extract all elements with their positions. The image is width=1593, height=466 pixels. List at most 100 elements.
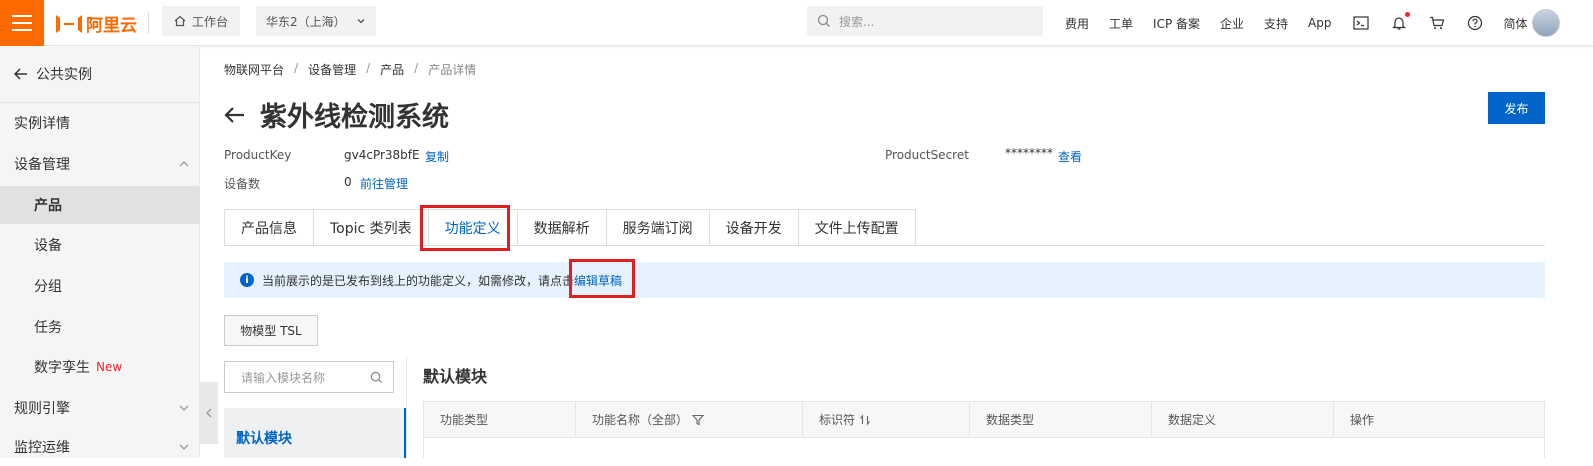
function-table-header: 功能类型 功能名称（全部） 标识符 数据类型 数据定义 操作	[423, 401, 1545, 438]
sidebar-item-label: 监控运维	[14, 440, 70, 456]
cart-icon[interactable]	[1428, 14, 1446, 32]
chevron-left-icon	[206, 408, 212, 418]
sidebar-item-label: 设备	[34, 238, 62, 254]
sidebar-item-digital-twin[interactable]: 数字孪生 New	[0, 348, 200, 386]
publish-button[interactable]: 发布	[1488, 92, 1545, 124]
sidebar-item-products[interactable]: 产品	[0, 186, 200, 224]
page-title: 紫外线检测系统	[260, 102, 449, 133]
tab-device-development[interactable]: 设备开发	[708, 209, 798, 246]
sidebar-item-instance-details[interactable]: 实例详情	[0, 104, 200, 142]
back-label: 公共实例	[36, 67, 92, 83]
home-icon	[174, 15, 186, 27]
tab-product-info[interactable]: 产品信息	[224, 209, 313, 246]
column-function-name[interactable]: 功能名称（全部）	[576, 402, 803, 437]
region-selector[interactable]: 华东2（上海）	[256, 6, 376, 36]
back-to-instance[interactable]: 公共实例	[14, 64, 92, 84]
help-icon[interactable]	[1466, 14, 1484, 32]
aliyun-logo[interactable]: 阿里云	[56, 11, 137, 36]
divider	[148, 12, 149, 34]
sidebar-item-tasks[interactable]: 任务	[0, 308, 200, 346]
view-secret-link[interactable]: 查看	[1058, 148, 1082, 165]
search-placeholder: 搜索...	[839, 14, 875, 29]
breadcrumb: 物联网平台 / 设备管理 / 产品 / 产品详情	[224, 61, 476, 78]
tab-topic-list[interactable]: Topic 类列表	[313, 209, 428, 246]
tab-server-subscription[interactable]: 服务端订阅	[605, 209, 709, 246]
module-list-divider	[406, 357, 407, 458]
sidebar-item-devices[interactable]: 设备	[0, 226, 200, 264]
module-title: 默认模块	[423, 367, 488, 386]
top-bar: 阿里云 工作台 华东2（上海） 搜索... 费用 工单 ICP 备案 企业 支持…	[0, 0, 1593, 46]
sidebar-item-label: 数字孪生	[34, 360, 90, 376]
edit-draft-link[interactable]: 编辑草稿	[574, 272, 622, 289]
column-data-definition: 数据定义	[1152, 402, 1334, 437]
workbench-label: 工作台	[192, 14, 229, 29]
alert-text: 当前展示的是已发布到线上的功能定义，如需修改，请点击	[262, 273, 575, 288]
sidebar-item-label: 任务	[34, 320, 62, 336]
sidebar-divider	[0, 102, 200, 103]
column-actions: 操作	[1350, 413, 1375, 427]
manage-devices-link[interactable]: 前往管理	[360, 175, 408, 192]
info-alert: i 当前展示的是已发布到线上的功能定义，如需修改，请点击 编辑草稿	[224, 262, 1545, 298]
search-icon	[370, 371, 383, 383]
nav-app[interactable]: App	[1308, 16, 1331, 30]
chevron-down-icon	[179, 444, 189, 450]
workbench-button[interactable]: 工作台	[162, 6, 241, 36]
sidebar-item-groups[interactable]: 分组	[0, 267, 200, 305]
sort-icon[interactable]	[859, 413, 871, 426]
bell-icon[interactable]	[1390, 12, 1410, 32]
product-key-label: ProductKey	[224, 148, 292, 162]
nav-tickets[interactable]: 工单	[1109, 15, 1133, 32]
column-identifier[interactable]: 标识符	[803, 402, 970, 437]
product-secret-value: ********	[1005, 146, 1053, 160]
breadcrumb-separator: /	[414, 61, 419, 75]
product-secret-label: ProductSecret	[885, 148, 969, 162]
nav-support[interactable]: 支持	[1264, 15, 1288, 32]
tab-file-upload-config[interactable]: 文件上传配置	[797, 209, 916, 246]
sidebar-item-rule-engine[interactable]: 规则引擎	[0, 389, 200, 427]
breadcrumb-separator: /	[294, 61, 299, 75]
chevron-up-icon	[179, 161, 189, 167]
module-search-input[interactable]: 请输入模块名称	[224, 361, 394, 393]
chevron-down-icon	[357, 19, 365, 24]
sidebar: 公共实例 实例详情 设备管理 产品 设备 分组 任务 数字孪生 New 规则引擎…	[0, 46, 200, 458]
breadcrumb-iot-platform[interactable]: 物联网平台	[224, 61, 284, 78]
module-list-item[interactable]: 默认模块	[224, 408, 406, 458]
filter-icon[interactable]	[692, 414, 705, 426]
terminal-icon[interactable]	[1352, 14, 1370, 32]
arrow-left-icon	[14, 68, 27, 80]
user-avatar[interactable]	[1532, 9, 1560, 37]
language-switch[interactable]: 简体	[1504, 15, 1528, 32]
search-icon	[817, 14, 830, 27]
back-arrow-icon[interactable]	[224, 106, 246, 124]
nav-enterprise[interactable]: 企业	[1220, 15, 1244, 32]
breadcrumb-products[interactable]: 产品	[380, 61, 404, 78]
top-nav: 费用 工单 ICP 备案 企业 支持 App 简体	[1065, 0, 1528, 46]
sidebar-item-monitoring[interactable]: 监控运维	[0, 428, 200, 466]
copy-link[interactable]: 复制	[425, 148, 449, 165]
device-count-value: 0	[344, 175, 352, 189]
sidebar-collapse-handle[interactable]	[200, 382, 218, 444]
tab-function-definition[interactable]: 功能定义	[427, 209, 517, 246]
table-row	[423, 438, 1545, 458]
tsl-model-button[interactable]: 物模型 TSL	[224, 315, 318, 346]
breadcrumb-separator: /	[366, 61, 371, 75]
tab-bar: 产品信息 Topic 类列表 功能定义 数据解析 服务端订阅 设备开发 文件上传…	[224, 209, 916, 246]
info-icon: i	[240, 273, 254, 287]
logo-mark-icon	[56, 14, 82, 33]
product-key-value: gv4cPr38bfE	[344, 148, 420, 162]
logo-text: 阿里云	[86, 16, 137, 36]
device-count-label: 设备数	[224, 177, 261, 191]
nav-icp[interactable]: ICP 备案	[1153, 15, 1200, 32]
global-search-input[interactable]: 搜索...	[807, 6, 1043, 36]
breadcrumb-device-management[interactable]: 设备管理	[308, 61, 356, 78]
column-function-type: 功能类型	[424, 402, 576, 437]
sidebar-item-label: 实例详情	[14, 116, 70, 132]
nav-billing[interactable]: 费用	[1065, 15, 1089, 32]
notification-dot	[1404, 12, 1410, 17]
chevron-down-icon	[179, 405, 189, 411]
tab-data-parsing[interactable]: 数据解析	[516, 209, 606, 246]
hamburger-menu-icon[interactable]	[0, 0, 44, 46]
breadcrumb-current: 产品详情	[428, 63, 477, 77]
tabs-baseline	[224, 245, 1545, 246]
sidebar-item-device-management[interactable]: 设备管理	[0, 145, 200, 183]
